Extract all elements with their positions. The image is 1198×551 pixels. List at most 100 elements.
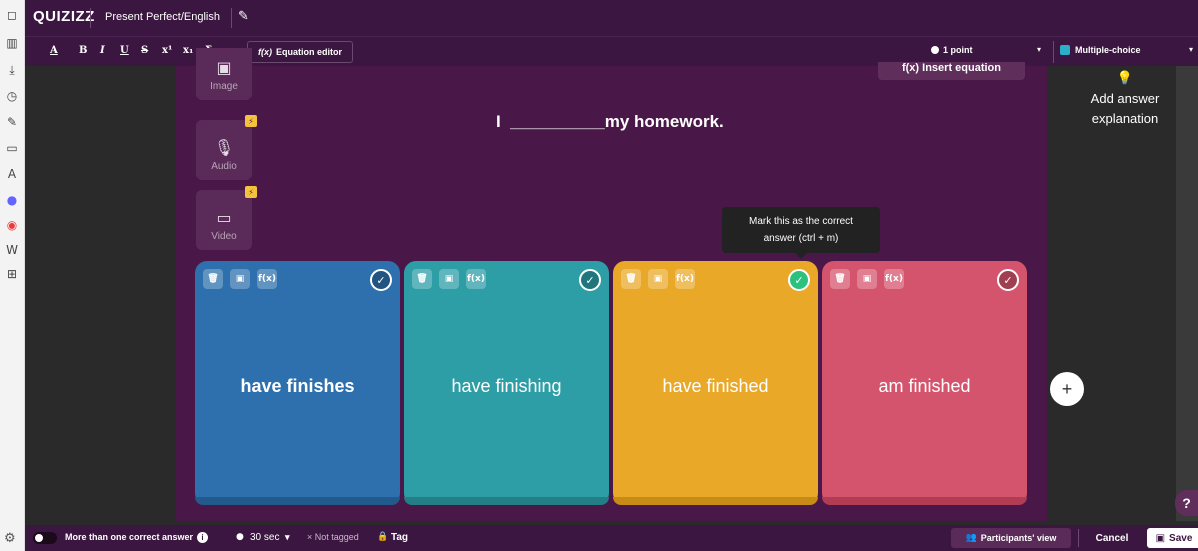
bottom-bar: More than one correct answer i ● 30 sec … xyxy=(25,525,1198,551)
tooltip: Mark this as the correct answer (ctrl + … xyxy=(722,207,880,253)
quiz-title[interactable]: Present Perfect/English xyxy=(105,11,220,23)
subscript-button[interactable]: x₁ xyxy=(183,45,193,56)
answer-text[interactable]: have finishes xyxy=(195,376,400,397)
multiple-correct-toggle[interactable] xyxy=(33,532,57,544)
answer-option-card[interactable]: 🗑 ▣ f(x) ✓ have finished xyxy=(613,261,818,505)
video-label: Video xyxy=(211,231,237,242)
card-bottom-bar xyxy=(613,497,818,505)
text-color-button[interactable]: A xyxy=(50,45,58,56)
history-icon[interactable]: ◷ xyxy=(4,88,20,104)
equation-editor-button[interactable]: f(x) Equation editor xyxy=(247,41,353,63)
image-label: Image xyxy=(210,81,238,92)
question-type-select[interactable]: Multiple-choice xyxy=(1060,45,1141,55)
function-icon[interactable]: f(x) xyxy=(466,269,486,289)
tooltip-line: answer (ctrl + m) xyxy=(763,233,839,244)
bolt-icon: ⚡ xyxy=(245,115,257,127)
audio-button[interactable]: 🎙 Audio xyxy=(196,120,252,180)
answer-text[interactable]: have finished xyxy=(613,376,818,397)
function-icon: f(x) xyxy=(258,47,272,57)
divider xyxy=(90,8,91,28)
image-icon[interactable]: ▣ xyxy=(230,269,250,289)
card-bottom-bar xyxy=(822,497,1027,505)
lightbulb-icon: 💡 xyxy=(1116,71,1134,86)
trash-icon[interactable]: 🗑 xyxy=(203,269,223,289)
insert-equation-button[interactable]: f(x) Insert equation xyxy=(878,62,1025,80)
function-icon[interactable]: f(x) xyxy=(884,269,904,289)
bookmark-icon[interactable]: ◻ xyxy=(4,7,20,23)
mark-correct-check-icon[interactable]: ✓ xyxy=(997,269,1019,291)
image-icon[interactable]: ▣ xyxy=(439,269,459,289)
audio-label: Audio xyxy=(211,161,237,172)
chevron-down-icon[interactable]: ▾ xyxy=(1037,45,1041,54)
bolt-icon: ⚡ xyxy=(245,186,257,198)
wikipedia-icon[interactable]: W xyxy=(4,242,20,258)
mastodon-icon[interactable]: ● xyxy=(4,192,20,208)
answer-tools: 🗑 ▣ f(x) xyxy=(621,269,695,289)
explanation-label: explanation xyxy=(1091,111,1159,126)
chevron-down-icon[interactable]: ▾ xyxy=(285,532,290,543)
time-select[interactable]: 30 sec xyxy=(250,532,279,543)
trash-icon[interactable]: 🗑 xyxy=(621,269,641,289)
video-button[interactable]: ▭ Video xyxy=(196,190,252,250)
trash-icon[interactable]: 🗑 xyxy=(412,269,432,289)
answer-option-card[interactable]: 🗑 ▣ f(x) ✓ have finishes xyxy=(195,261,400,505)
help-button[interactable]: ? xyxy=(1175,490,1198,516)
quizizz-logo[interactable]: QUIZIZZ xyxy=(33,8,95,25)
image-icon[interactable]: ▣ xyxy=(857,269,877,289)
divider xyxy=(231,8,232,28)
points-label: 1 point xyxy=(943,45,973,55)
calendar-icon[interactable]: ▭ xyxy=(4,140,20,156)
add-answer-explanation-button[interactable]: 💡 Add answer explanation xyxy=(1075,66,1175,140)
trash-icon[interactable]: 🗑 xyxy=(830,269,850,289)
underline-button[interactable]: U xyxy=(120,45,129,56)
edit-note-icon[interactable]: ✎ xyxy=(4,114,20,130)
bold-button[interactable]: B xyxy=(79,45,87,56)
top-bar: QUIZIZZ Present Perfect/English ✎ xyxy=(25,0,1198,36)
question-type-label: Multiple-choice xyxy=(1075,45,1141,55)
save-icon: ▣ xyxy=(1155,532,1166,544)
mark-correct-check-icon[interactable]: ✓ xyxy=(370,269,392,291)
add-panel-icon[interactable]: ⊞ xyxy=(4,266,20,282)
lock-icon: 🔒 xyxy=(377,532,389,542)
browser-sidebar: ◻ ▥ ⤓ ◷ ✎ ▭ A ● ◉ W ⊞ xyxy=(0,0,25,551)
add-option-button[interactable]: + xyxy=(1050,372,1084,406)
image-button[interactable]: ▣ Image xyxy=(196,48,252,100)
cancel-button[interactable]: Cancel xyxy=(1088,528,1136,548)
card-bottom-bar xyxy=(404,497,609,505)
translate-icon[interactable]: A xyxy=(4,166,20,182)
mark-correct-check-icon[interactable]: ✓ xyxy=(788,269,810,291)
italic-button[interactable]: I xyxy=(100,45,105,56)
image-icon[interactable]: ▣ xyxy=(648,269,668,289)
superscript-button[interactable]: x¹ xyxy=(162,45,172,56)
save-label: Save xyxy=(1169,532,1193,544)
points-select[interactable]: 1 point xyxy=(931,45,973,55)
divider xyxy=(1078,529,1079,547)
right-panel xyxy=(1176,66,1198,521)
function-icon[interactable]: f(x) xyxy=(675,269,695,289)
answer-option-card[interactable]: 🗑 ▣ f(x) ✓ am finished xyxy=(822,261,1027,505)
strikethrough-button[interactable]: S xyxy=(141,45,148,56)
book-icon[interactable]: ▥ xyxy=(4,35,20,51)
settings-icon[interactable]: ⚙ xyxy=(4,531,16,546)
answer-option-card[interactable]: 🗑 ▣ f(x) ✓ have finishing xyxy=(404,261,609,505)
divider xyxy=(1053,41,1054,63)
question-text[interactable]: I __________my homework. xyxy=(496,112,724,132)
chevron-down-icon[interactable]: ▾ xyxy=(1189,45,1193,54)
tag-button[interactable]: Tag xyxy=(391,532,408,543)
answer-tools: 🗑 ▣ f(x) xyxy=(830,269,904,289)
multiple-correct-label: More than one correct answer xyxy=(65,532,194,542)
image-icon: ▣ xyxy=(216,58,232,77)
download-icon[interactable]: ⤓ xyxy=(4,62,20,78)
pencil-icon[interactable]: ✎ xyxy=(238,9,249,24)
answer-text[interactable]: have finishing xyxy=(404,376,609,397)
vivaldi-icon[interactable]: ◉ xyxy=(4,217,20,233)
mark-correct-check-icon[interactable]: ✓ xyxy=(579,269,601,291)
tooltip-line: Mark this as the correct xyxy=(749,216,853,227)
microphone-icon: 🎙 xyxy=(213,138,235,157)
function-icon[interactable]: f(x) xyxy=(257,269,277,289)
info-icon[interactable]: i xyxy=(197,532,208,543)
participants-view-button[interactable]: 👥 Participants' view xyxy=(951,528,1071,548)
answer-text[interactable]: am finished xyxy=(822,376,1027,397)
not-tagged-label: × Not tagged xyxy=(307,532,359,542)
save-button[interactable]: ▣ Save xyxy=(1147,528,1198,548)
